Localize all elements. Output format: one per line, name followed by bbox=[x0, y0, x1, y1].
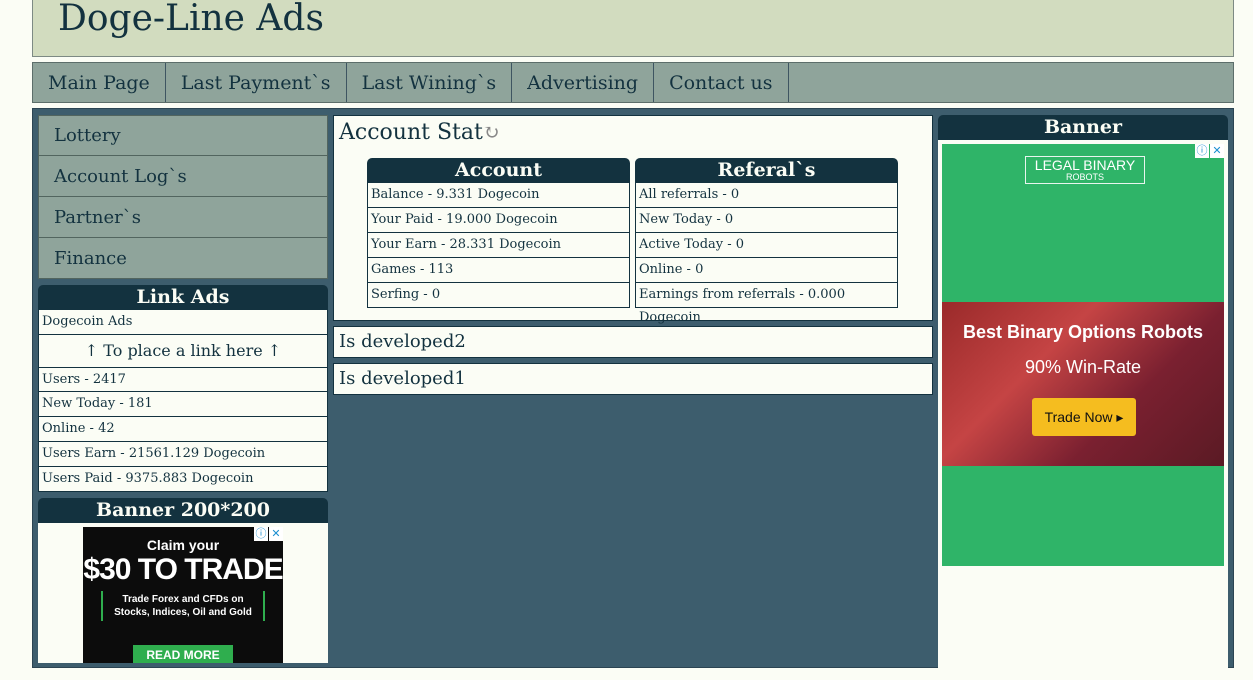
account-stat-title: Account Stat↻ bbox=[339, 120, 500, 145]
ad-sub-text: Trade Forex and CFDs on Stocks, Indices,… bbox=[101, 591, 265, 621]
nav-contact-us[interactable]: Contact us bbox=[654, 63, 789, 102]
ad-amount-text: $30 TO TRADE bbox=[83, 553, 283, 586]
side-menu: Lottery Account Log`s Partner`s Finance bbox=[38, 115, 328, 279]
brand-sub: ROBOTS bbox=[1065, 172, 1104, 182]
ad-info-icon[interactable]: ⓘ bbox=[254, 527, 268, 541]
top-nav: Main Page Last Payment`s Last Wining`s A… bbox=[32, 62, 1234, 103]
ad-read-more-button[interactable]: READ MORE bbox=[133, 645, 233, 663]
ad-close-icon-right[interactable]: ✕ bbox=[1210, 144, 1224, 158]
stat-new-today: New Today - 181 bbox=[38, 392, 328, 417]
ad-headline: Best Binary Options Robots bbox=[962, 322, 1204, 342]
referals-table-header: Referal`s bbox=[635, 158, 898, 183]
account-earn: Your Earn - 28.331 Dogecoin bbox=[367, 233, 630, 258]
menu-lottery[interactable]: Lottery bbox=[38, 115, 328, 156]
link-ad-dogecoin[interactable]: Dogecoin Ads bbox=[38, 310, 328, 335]
ad-claim-text: Claim your bbox=[146, 537, 220, 553]
account-stat-panel: Account Stat↻ Account Balance - 9.331 Do… bbox=[333, 115, 933, 325]
account-games: Games - 113 bbox=[367, 258, 630, 283]
refresh-icon[interactable]: ↻ bbox=[483, 120, 500, 144]
right-banner-title: Banner bbox=[938, 115, 1228, 140]
nav-last-winings[interactable]: Last Wining`s bbox=[347, 63, 513, 102]
referals-online: Online - 0 bbox=[635, 258, 898, 283]
nav-main-page[interactable]: Main Page bbox=[33, 63, 166, 102]
referals-all: All referrals - 0 bbox=[635, 183, 898, 208]
ad-controls: ⓘ ✕ bbox=[254, 527, 283, 541]
right-banner-box: Banner ⓘ ✕ LEGAL BINARY ROBOTS Best Bina… bbox=[938, 115, 1228, 680]
referals-earnings: Earnings from referrals - 0.000 Dogecoin bbox=[635, 283, 898, 325]
nav-advertising[interactable]: Advertising bbox=[512, 63, 655, 102]
site-title[interactable]: Doge-Line Ads bbox=[58, 0, 324, 39]
right-banner-body: ⓘ ✕ LEGAL BINARY ROBOTS Best Binary Opti… bbox=[938, 140, 1228, 680]
menu-partners[interactable]: Partner`s bbox=[38, 197, 328, 238]
ad-close-icon[interactable]: ✕ bbox=[269, 527, 283, 541]
account-table: Account Balance - 9.331 Dogecoin Your Pa… bbox=[367, 158, 630, 308]
nav-last-payments[interactable]: Last Payment`s bbox=[166, 63, 347, 102]
developed-panel-2: Is developed2 bbox=[333, 326, 933, 358]
referals-active-today: Active Today - 0 bbox=[635, 233, 898, 258]
legal-binary-logo: LEGAL BINARY ROBOTS bbox=[1025, 156, 1145, 184]
account-balance: Balance - 9.331 Dogecoin bbox=[367, 183, 630, 208]
site-header: Doge-Line Ads bbox=[32, 0, 1234, 57]
stat-users: Users - 2417 bbox=[38, 367, 328, 392]
developed-panel-1: Is developed1 bbox=[333, 363, 933, 395]
brand-name: LEGAL BINARY bbox=[1034, 157, 1136, 173]
banner-200-title: Banner 200*200 bbox=[38, 498, 328, 523]
account-table-header: Account bbox=[367, 158, 630, 183]
stat-users-earn: Users Earn - 21561.129 Dogecoin bbox=[38, 442, 328, 467]
main-area: Lottery Account Log`s Partner`s Finance … bbox=[32, 108, 1234, 680]
link-ads-title: Link Ads bbox=[38, 285, 328, 310]
binary-options-ad[interactable]: ⓘ ✕ LEGAL BINARY ROBOTS Best Binary Opti… bbox=[942, 144, 1224, 566]
menu-account-logs[interactable]: Account Log`s bbox=[38, 156, 328, 197]
account-stat-label: Account Stat bbox=[339, 120, 483, 145]
stat-online: Online - 42 bbox=[38, 417, 328, 442]
referals-new-today: New Today - 0 bbox=[635, 208, 898, 233]
stat-users-paid: Users Paid - 9375.883 Dogecoin bbox=[38, 467, 328, 492]
link-ads-box: Link Ads Dogecoin Ads ↑ To place a link … bbox=[38, 285, 328, 368]
referals-table: Referal`s All referrals - 0 New Today - … bbox=[635, 158, 898, 325]
trade-ad[interactable]: ⓘ ✕ Claim your $30 TO TRADE Trade Forex … bbox=[83, 527, 284, 663]
banner-200-body: ⓘ ✕ Claim your $30 TO TRADE Trade Forex … bbox=[38, 523, 328, 663]
site-stats: Users - 2417 New Today - 181 Online - 42… bbox=[38, 367, 328, 492]
place-link-button[interactable]: ↑ To place a link here ↑ bbox=[38, 335, 328, 368]
ad-photo: Best Binary Options Robots 90% Win-Rate … bbox=[942, 302, 1224, 466]
ad-controls-right: ⓘ ✕ bbox=[1195, 144, 1224, 158]
ad-win-rate: 90% Win-Rate bbox=[1024, 357, 1142, 377]
banner-200-box: Banner 200*200 ⓘ ✕ Claim your $30 TO TRA… bbox=[38, 498, 328, 663]
account-serfing: Serfing - 0 bbox=[367, 283, 630, 308]
ad-info-icon-right[interactable]: ⓘ bbox=[1195, 144, 1209, 158]
account-paid: Your Paid - 19.000 Dogecoin bbox=[367, 208, 630, 233]
trade-now-button[interactable]: Trade Now ▸ bbox=[1032, 398, 1136, 436]
menu-finance[interactable]: Finance bbox=[38, 238, 328, 279]
